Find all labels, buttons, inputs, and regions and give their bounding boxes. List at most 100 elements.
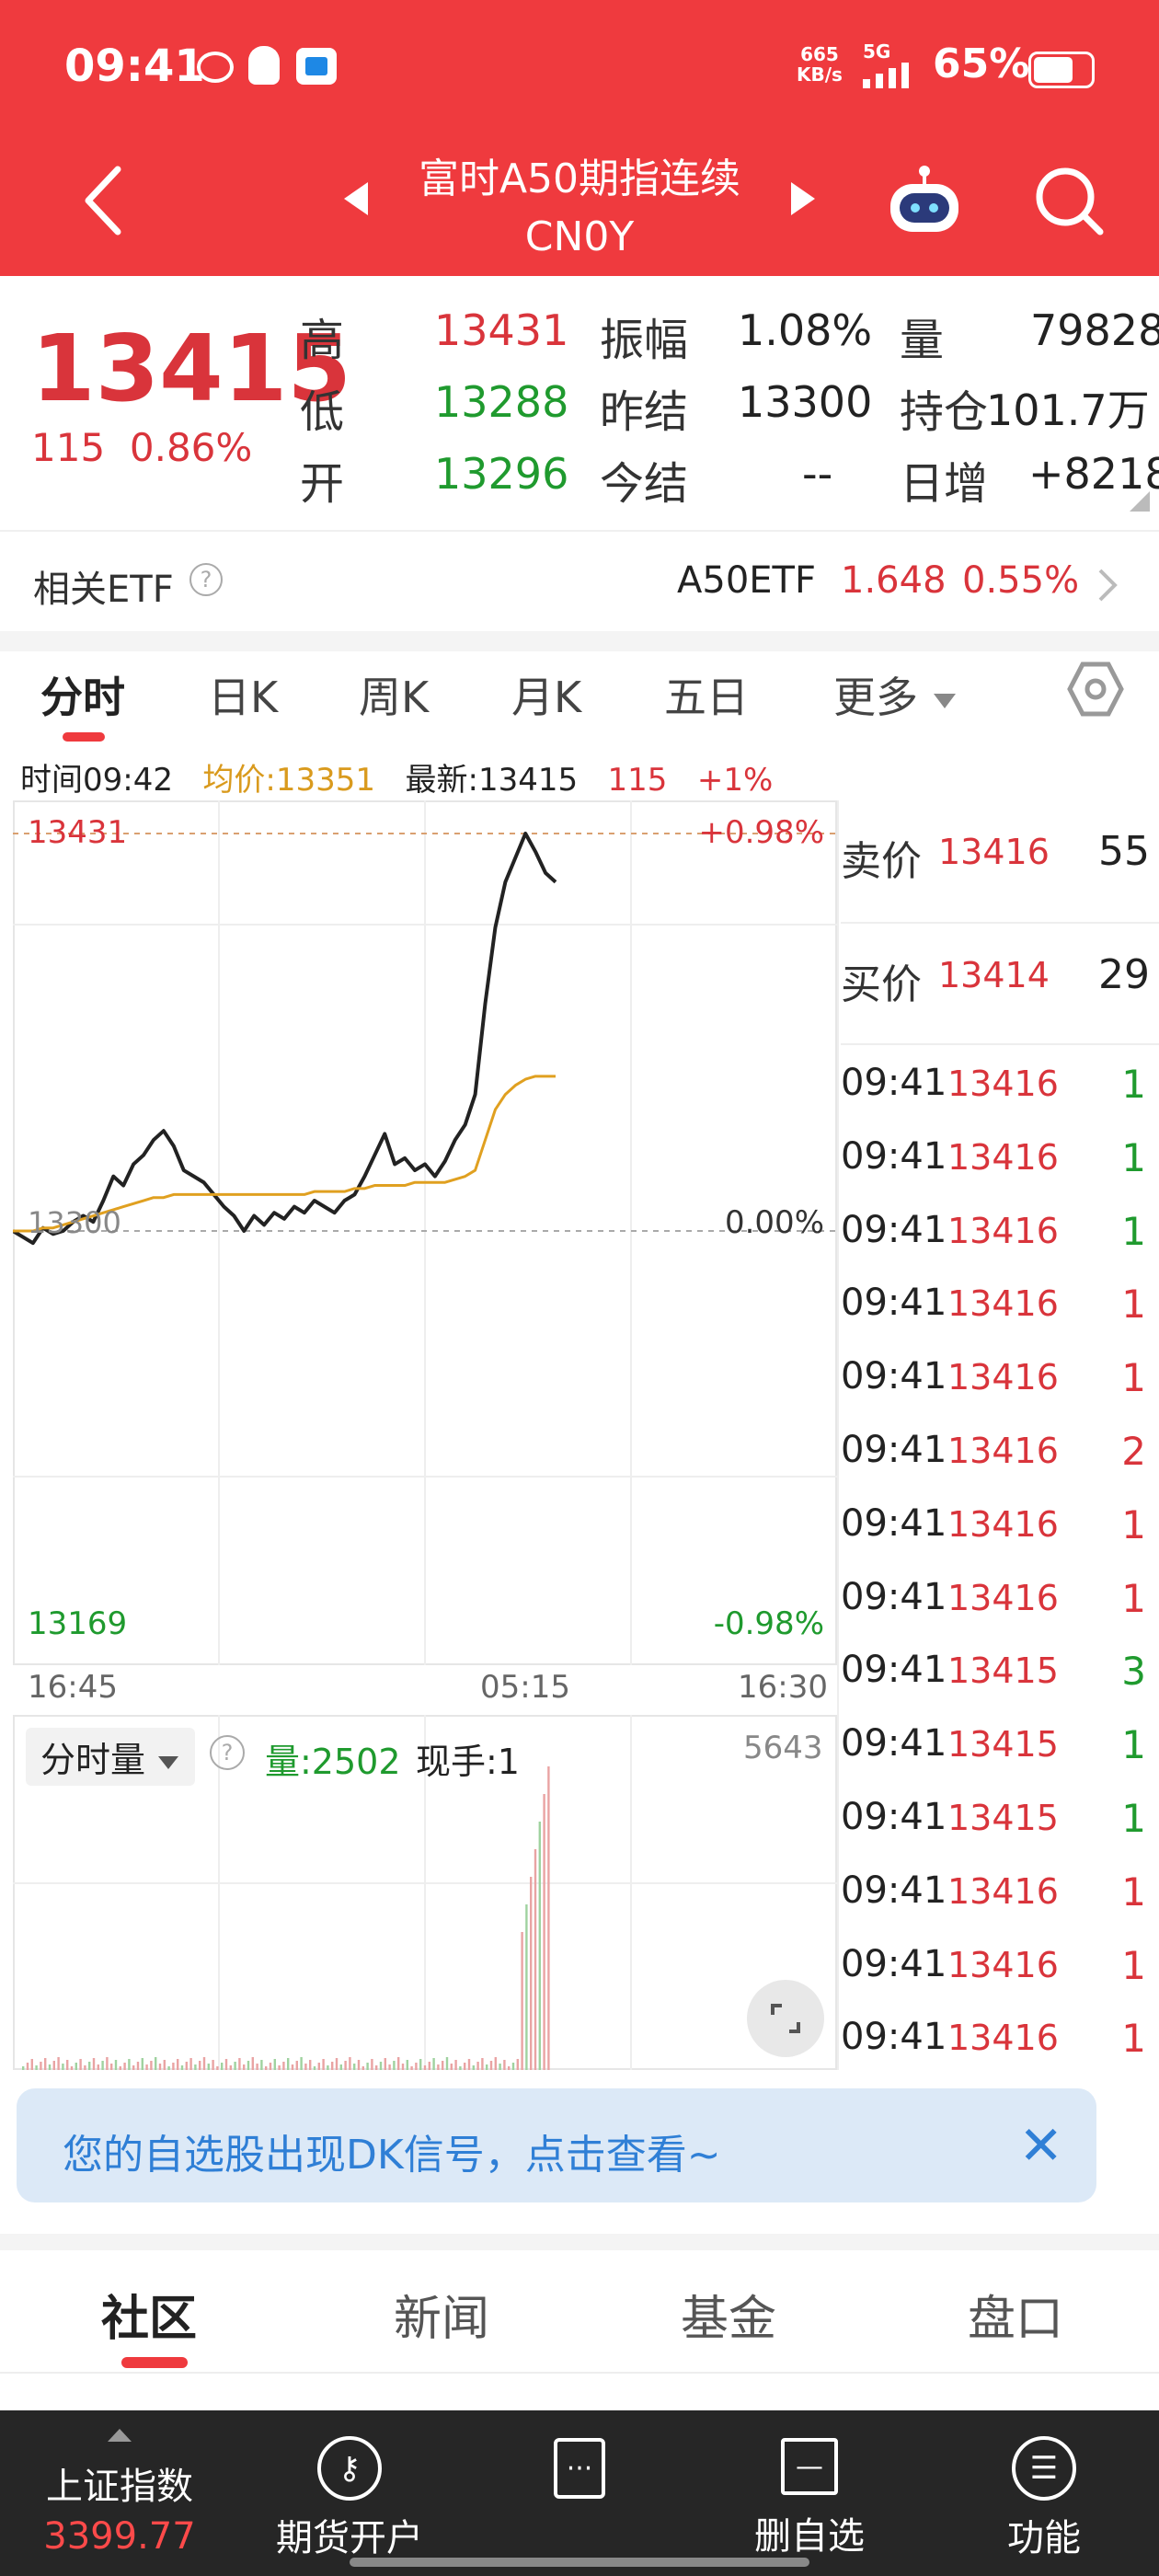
related-etf-row[interactable]: 相关ETF ? A50ETF 1.648 0.55% [0, 530, 1159, 631]
tab-order-book[interactable]: 盘口 [968, 2280, 1063, 2349]
tab-daily-k[interactable]: 日K [208, 664, 278, 725]
search-icon[interactable] [1032, 164, 1106, 237]
volume-bar [317, 2063, 320, 2070]
index-ticker[interactable]: 上证指数 3399.77 [18, 2410, 221, 2576]
tab-monthly-k[interactable]: 月K [511, 664, 581, 725]
volume-bar [66, 2060, 69, 2070]
section-gap [0, 2234, 1159, 2250]
document-icon: ··· [554, 2438, 605, 2499]
volume-bar [327, 2065, 329, 2070]
volume-bar [454, 2060, 457, 2070]
volume-bar [525, 1904, 528, 2070]
volume-bar [247, 2061, 250, 2070]
help-icon[interactable]: ? [189, 563, 223, 596]
volume-bar [543, 1794, 545, 2070]
volume-bar [450, 2064, 453, 2070]
divider [841, 1043, 1159, 1045]
intraday-chart[interactable]: 13431 +0.98% 13300 0.00% 13169 -0.98% [13, 800, 837, 1665]
y-label-high: 13431 [28, 814, 127, 851]
trade-time: 09:41 [841, 2016, 947, 2059]
functions-button[interactable]: ☰ 功能 [947, 2410, 1141, 2576]
volume-bar [511, 2063, 515, 2070]
volume-bar [282, 2062, 285, 2070]
volume-bar [521, 1932, 523, 2070]
trade-row: 09:41 13416 1 [841, 1930, 1153, 2004]
price-change: 115 0.86% [31, 425, 253, 470]
trade-volume: 1 [1121, 2016, 1146, 2062]
trade-volume: 1 [1121, 1942, 1146, 1988]
trade-row: 09:41 13416 1 [841, 1269, 1153, 1342]
volume-bar [508, 2066, 511, 2070]
volume-bar [357, 2060, 361, 2070]
volume-max: 5643 [743, 1730, 823, 1766]
trade-volume: 3 [1121, 1649, 1146, 1695]
volume-bar [26, 2063, 29, 2070]
volume-bar [92, 2058, 96, 2070]
trade-time: 09:41 [841, 1942, 947, 1985]
tab-intraday[interactable]: 分时 [40, 664, 125, 725]
trade-time: 09:41 [841, 1722, 947, 1765]
trade-volume: 1 [1121, 1501, 1146, 1547]
volume-bar [265, 2066, 268, 2070]
robot-assistant-icon[interactable] [883, 158, 966, 241]
trade-price: 13416 [947, 1944, 1059, 1985]
volume-bar [503, 2060, 506, 2070]
volume-bar [361, 2066, 364, 2070]
volume-bar [278, 2065, 281, 2070]
next-contract-icon[interactable] [789, 180, 817, 217]
volume-bar [401, 2064, 405, 2070]
trade-price: 13416 [947, 1357, 1059, 1398]
trade-row: 09:41 13416 1 [841, 1049, 1153, 1122]
trade-row: 09:41 13416 1 [841, 1563, 1153, 1637]
trade-price: 13416 [947, 1503, 1059, 1545]
current-hand: 现手:1 [416, 1742, 520, 1782]
volume-bar [70, 2066, 74, 2070]
trade-time: 09:41 [841, 1208, 947, 1251]
trade-volume: 2 [1121, 1429, 1146, 1474]
close-icon[interactable]: ✕ [1018, 2114, 1063, 2177]
tab-five-day[interactable]: 五日 [664, 664, 749, 725]
trade-row: 09:41 13416 1 [841, 1489, 1153, 1563]
volume-bar [150, 2061, 153, 2070]
volume-help-icon[interactable]: ? [210, 1735, 245, 1770]
volume-bar [22, 2066, 25, 2070]
volume-bar [167, 2066, 170, 2070]
volume-bars [22, 1766, 550, 2070]
volume-bar [224, 2059, 228, 2070]
expand-corner-icon[interactable] [1130, 491, 1150, 512]
volume-bar [269, 2063, 272, 2070]
tab-news[interactable]: 新闻 [394, 2280, 489, 2349]
volume-bar [194, 2064, 197, 2070]
trade-time: 09:41 [841, 1501, 947, 1545]
volume-bar [273, 2059, 276, 2070]
volume-bar [145, 2064, 148, 2070]
volume-selector[interactable]: 分时量 [26, 1728, 196, 1786]
volume-bar [48, 2064, 52, 2070]
tab-weekly-k[interactable]: 周K [359, 664, 429, 725]
volume-bar [251, 2057, 254, 2070]
tab-community[interactable]: 社区 [101, 2280, 197, 2349]
qq-icon [248, 46, 280, 85]
volume-bar [516, 2059, 519, 2070]
index-name: 上证指数 [46, 2466, 193, 2508]
open-futures-account-button[interactable]: ⚷ 期货开户 [248, 2410, 451, 2576]
trade-price: 13416 [947, 1210, 1059, 1251]
fullscreen-button[interactable] [747, 1980, 824, 2057]
share-button[interactable]: ··· [488, 2410, 671, 2576]
volume-bar [445, 2057, 449, 2070]
volume-bar [202, 2057, 206, 2070]
volume-bar [52, 2061, 55, 2070]
tab-more[interactable]: 更多 [833, 664, 958, 725]
volume-bar [243, 2064, 246, 2070]
price-line [13, 832, 557, 1246]
related-etf-label: 相关ETF [33, 569, 174, 611]
volume-bar [538, 1822, 541, 2070]
trade-row: 09:41 13415 1 [841, 1783, 1153, 1857]
trade-time: 09:41 [841, 1429, 947, 1471]
remove-watchlist-button[interactable]: — 删自选 [708, 2410, 911, 2576]
volume-bar [322, 2059, 325, 2070]
settings-hexagon-icon[interactable] [1067, 661, 1124, 718]
tab-fund[interactable]: 基金 [681, 2280, 776, 2349]
dk-signal-banner[interactable]: 您的自选股出现DK信号，点击查看~ ✕ [17, 2088, 1096, 2202]
trade-price: 13415 [947, 1724, 1059, 1765]
